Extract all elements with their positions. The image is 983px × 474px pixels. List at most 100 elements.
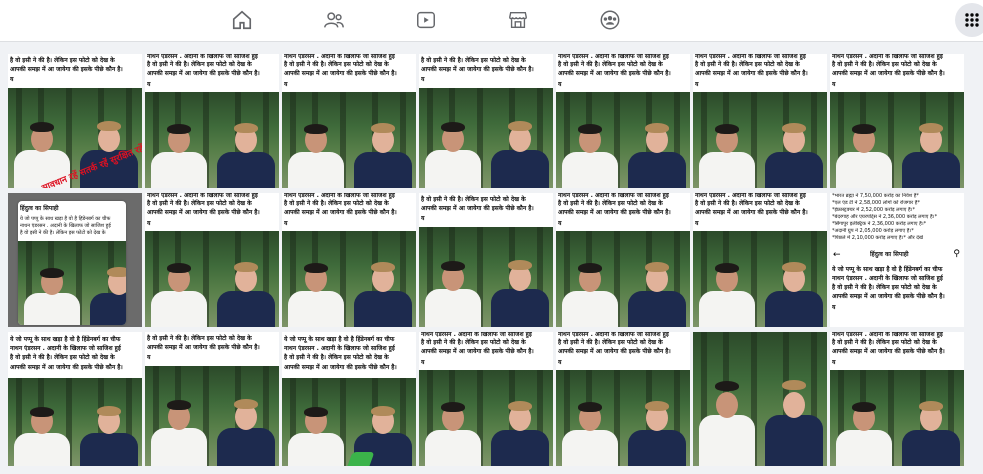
photo-tile[interactable]: ये जो पप्पू के साथ खड़ा है वो है हिंडेनब…	[8, 332, 142, 466]
photo-scene	[282, 378, 416, 466]
caption-line: है वो इसी ने की है। लेकिन इस फोटो को देख…	[147, 335, 252, 342]
photo-tile[interactable]: नाथन एंडरसन . अदानी के खिलाफ जो साजिश हु…	[693, 193, 827, 327]
caption-line: य	[147, 220, 151, 227]
photo-scene: सावधान रहें सतर्क रहें सुरक्षित रहें	[8, 88, 142, 188]
caption-line: य	[284, 220, 288, 227]
person-figure	[699, 332, 755, 466]
caption-line: है वो इसी ने की है। लेकिन इस फोटो को देख…	[421, 57, 526, 64]
caption-line: आपकी समझ में आ जायेगा की इसके पीछे कौन ह…	[147, 70, 260, 77]
photo-scene	[419, 227, 553, 327]
person-figure	[699, 92, 755, 188]
photo-tile[interactable]: नाथन एंडरसन . अदानी के खिलाफ जो साजिश हु…	[145, 193, 279, 327]
person-figure	[425, 88, 481, 188]
caption-line: नाथन एंडरसन . अदानी के खिलाफ जो साजिश हु…	[284, 345, 395, 352]
caption-line: है वो इसी ने की है। लेकिन इस फोटो को देख…	[147, 200, 252, 207]
phone-screenshot: हिंदुत्व का सिपाही ये जो पप्पू के साथ खड…	[18, 201, 126, 325]
caption-line: य	[421, 215, 425, 222]
photo-tile[interactable]: हिंदुत्व का सिपाही ये जो पप्पू के साथ खड…	[8, 193, 142, 327]
photo-scene	[145, 231, 279, 327]
photo-scene	[830, 92, 964, 188]
caption-line: आपकी समझ में आ जायेगा की इसके पीछे कौन ह…	[284, 70, 397, 77]
caption-line: आपकी समझ में आ जायेगा की इसके पीछे कौन ह…	[832, 70, 945, 77]
caption-line: आपकी समझ में आ जायेगा की इसके पीछे कौन ह…	[558, 348, 671, 355]
caption-line: आपकी समझ में आ जायेगा की इसके पीछे कौन ह…	[147, 344, 260, 351]
back-arrow-icon[interactable]: ←	[833, 250, 841, 260]
photo-tile[interactable]: नाथन एंडरसन . अदानी के खिलाफ जो साजिश हु…	[282, 193, 416, 327]
person-figure	[24, 241, 80, 325]
caption-line: य	[421, 359, 425, 366]
caption-line: आपकी समझ में आ जायेगा की इसके पीछे कौन ह…	[147, 209, 260, 216]
stats-line: *भारत ब्रह्मा ने 7,50,000 करोड़ का निवेश…	[832, 193, 919, 199]
photo-scene	[145, 92, 279, 188]
photo-scene	[556, 92, 690, 188]
caption-line: है वो इसी ने की है। लेकिन इस फोटो को देख…	[284, 200, 389, 207]
photo-tile[interactable]: नाथन एंडरसन . अदानी के खिलाफ जो साजिश हु…	[419, 332, 553, 466]
photo-tile[interactable]: नाथन एंडरसन . अदानी के खिलाफ जो साजिश हु…	[830, 54, 964, 188]
menu-grid-button[interactable]	[955, 3, 983, 37]
caption-line: है वो इसी ने की है। लेकिन इस फोटो को देख…	[20, 230, 106, 236]
photo-tile[interactable]: नाथन एंडरसन . अदानी के खिलाफ जो साजिश हु…	[556, 193, 690, 327]
stats-line: *सिंगापुर इलेक्ट्रिक ने 2,36,000 करोड़ ल…	[832, 221, 927, 227]
photo-tile[interactable]: है वो इसी ने की है। लेकिन इस फोटो को देख…	[145, 332, 279, 466]
person-figure	[151, 231, 207, 327]
stats-line: *बंदरगाह और एयरपोर्ट्स ने 2,36,000 करोड़…	[832, 214, 938, 220]
photo-tile[interactable]: नाथन एंडरसन . अदानी के खिलाफ जो साजिश हु…	[145, 54, 279, 188]
person-figure	[491, 370, 549, 466]
photo-tile[interactable]: *भारत ब्रह्मा ने 7,50,000 करोड़ का निवेश…	[830, 193, 964, 327]
caption-line: य	[832, 81, 836, 88]
watch-icon[interactable]	[406, 6, 446, 34]
person-figure	[217, 366, 275, 466]
caption-line: ये जो पप्पू के साथ खड़ा है वो है हिंडेनब…	[832, 266, 943, 273]
caption-line: है वो इसी ने की है। लेकिन इस फोटो को देख…	[284, 354, 389, 361]
person-figure	[562, 370, 618, 466]
groups-icon[interactable]	[590, 6, 630, 34]
caption-line: आपकी समझ में आ जायेगा की इसके पीछे कौन ह…	[284, 209, 397, 216]
person-figure	[765, 332, 823, 466]
stats-line: *पिछले में 2,10,000 करोड़ लगाए हैं।* और …	[832, 235, 923, 241]
caption-line: है वो इसी ने की है। लेकिन इस फोटो को देख…	[695, 61, 800, 68]
photo-tile[interactable]: नाथन एंडरसन . अदानी के खिलाफ जो साजिश हु…	[556, 332, 690, 466]
person-figure	[902, 370, 960, 466]
caption-line: य	[147, 81, 151, 88]
caption-line: आपकी समझ में आ जायेगा की इसके पीछे कौन ह…	[832, 348, 945, 355]
caption-line: है वो इसी ने की है। लेकिन इस फोटो को देख…	[695, 200, 800, 207]
photo-scene	[419, 370, 553, 466]
photo-tile[interactable]: ये जो पप्पू के साथ खड़ा है वो है हिंडेनब…	[282, 332, 416, 466]
photo-scene	[282, 92, 416, 188]
photo-tile[interactable]: है वो इसी ने की है। लेकिन इस फोटो को देख…	[419, 193, 553, 327]
photo-tile[interactable]: है वो इसी ने की है। लेकिन इस फोटो को देख…	[419, 54, 553, 188]
photo-tile[interactable]: नाथन एंडरसन . अदानी के खिलाफ जो साजिश हु…	[830, 332, 964, 466]
caption-line: य	[695, 220, 699, 227]
caption-line: आपकी समझ में आ जायेगा की इसके पीछे कौन ह…	[695, 70, 808, 77]
photo-tile[interactable]	[693, 332, 827, 466]
caption-line: आपकी समझ में आ जायेगा की इसके पीछे कौन ह…	[832, 293, 945, 300]
photo-tile[interactable]: है वो इसी ने की है। लेकिन इस फोटो को देख…	[8, 54, 142, 188]
person-figure	[628, 370, 686, 466]
photo-tile[interactable]: नाथन एंडरसन . अदानी के खिलाफ जो साजिश हु…	[556, 54, 690, 188]
photo-tile[interactable]: नाथन एंडरसन . अदानी के खिलाफ जो साजिश हु…	[693, 54, 827, 188]
photo-tile[interactable]: नाथन एंडरसन . अदानी के खिलाफ जो साजिश हु…	[282, 54, 416, 188]
top-navigation-bar	[0, 0, 983, 42]
home-icon[interactable]	[222, 6, 262, 34]
caption-line: है वो इसी ने की है। लेकिन इस फोटो को देख…	[421, 339, 526, 346]
caption-line: ये जो पप्पू के साथ खड़ा है वो है हिंडेनब…	[10, 336, 121, 343]
person-figure	[425, 227, 481, 327]
caption-line: आपकी समझ में आ जायेगा की इसके पीछे कौन ह…	[10, 364, 123, 371]
person-figure	[288, 92, 344, 188]
friends-icon[interactable]	[314, 6, 354, 34]
person-figure	[699, 231, 755, 327]
caption-line: य	[832, 304, 836, 311]
person-figure	[217, 92, 275, 188]
phone-title: हिंदुत्व का सिपाही	[870, 251, 909, 258]
caption-line: आपकी समझ में आ जायेगा की इसके पीछे कौन ह…	[695, 209, 808, 216]
person-figure	[836, 370, 892, 466]
caption-line: है वो इसी ने की है। लेकिन इस फोटो को देख…	[832, 284, 937, 291]
person-figure	[151, 92, 207, 188]
caption-line: य	[421, 76, 425, 83]
photo-scene	[282, 231, 416, 327]
marketplace-icon[interactable]	[498, 6, 538, 34]
search-icon[interactable]: ⚲	[953, 249, 960, 259]
person-figure	[80, 378, 138, 466]
caption-line: आपकी समझ में आ जायेगा की इसके पीछे कौन ह…	[10, 66, 123, 73]
person-figure	[562, 231, 618, 327]
